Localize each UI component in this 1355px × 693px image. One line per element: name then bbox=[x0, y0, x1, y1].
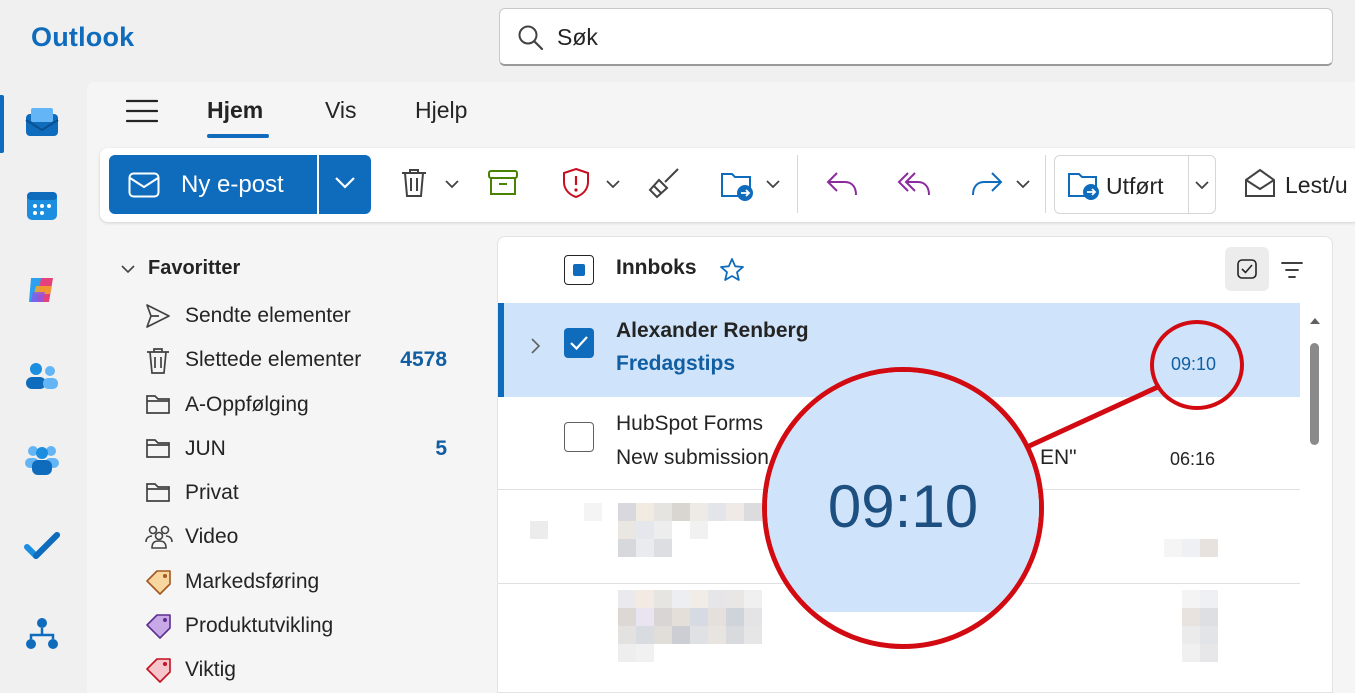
shield-icon[interactable] bbox=[561, 167, 591, 199]
tag-icon bbox=[146, 570, 171, 595]
folder-privat[interactable]: Privat bbox=[145, 478, 455, 508]
trash-icon[interactable] bbox=[399, 167, 429, 199]
folder-icon bbox=[146, 439, 170, 458]
new-mail-label: Ny e-post bbox=[181, 171, 284, 198]
done-label: Utført bbox=[1106, 173, 1164, 199]
highlight-ring bbox=[1150, 320, 1244, 410]
folder-label: Produktutvikling bbox=[185, 614, 334, 637]
menu-icon[interactable] bbox=[125, 99, 159, 128]
folder-a-oppfolging[interactable]: A-Oppfølging bbox=[145, 390, 455, 420]
tag-icon bbox=[146, 658, 171, 683]
tag-icon bbox=[146, 614, 171, 639]
folder-viktig[interactable]: Viktig bbox=[145, 655, 455, 685]
reply-icon[interactable] bbox=[825, 170, 859, 198]
folder-video[interactable]: Video bbox=[145, 522, 455, 552]
message-subject: Fredagstips bbox=[616, 352, 736, 375]
trash-icon bbox=[147, 348, 169, 374]
selection-mode-button[interactable] bbox=[1225, 247, 1269, 291]
filter-icon[interactable] bbox=[1280, 261, 1304, 279]
folder-deleted[interactable]: Slettede elementer 4578 bbox=[145, 345, 455, 375]
favorites-label: Favoritter bbox=[148, 257, 241, 279]
ribbon-divider bbox=[1045, 155, 1046, 213]
tab-hjelp[interactable]: Hjelp bbox=[415, 97, 467, 124]
send-icon bbox=[146, 304, 170, 328]
chevron-down-icon[interactable] bbox=[444, 179, 460, 189]
chevron-down-icon bbox=[121, 265, 135, 274]
message-time: 06:16 bbox=[1170, 449, 1216, 469]
ribbon-divider bbox=[797, 155, 798, 213]
magnified-time: 09:10 bbox=[827, 473, 979, 540]
search-box[interactable]: Søk bbox=[499, 8, 1333, 66]
tab-vis[interactable]: Vis bbox=[325, 97, 357, 124]
folder-icon bbox=[146, 483, 170, 502]
checkmark-icon bbox=[570, 336, 588, 351]
star-icon[interactable] bbox=[719, 257, 745, 283]
message-checkbox[interactable] bbox=[564, 422, 594, 452]
chevron-down-icon[interactable] bbox=[1015, 179, 1031, 189]
message-sender: Alexander Renberg bbox=[616, 319, 809, 342]
open-envelope-icon[interactable] bbox=[1244, 168, 1276, 198]
selected-indicator bbox=[498, 303, 504, 397]
checklist-icon bbox=[1237, 259, 1257, 279]
scrollbar-thumb[interactable] bbox=[1310, 343, 1319, 445]
tab-hjem[interactable]: Hjem bbox=[207, 97, 263, 124]
new-mail-dropdown[interactable] bbox=[319, 155, 371, 214]
chevron-down-icon[interactable] bbox=[765, 179, 781, 189]
chevron-down-icon[interactable] bbox=[605, 179, 621, 189]
app-rail bbox=[0, 82, 87, 693]
search-input[interactable]: Søk bbox=[557, 24, 598, 51]
folder-produktutvikling[interactable]: Produktutvikling bbox=[145, 611, 455, 641]
folder-label: Slettede elementer bbox=[185, 348, 362, 371]
read-unread-button[interactable]: Lest/u bbox=[1285, 172, 1348, 199]
archive-icon[interactable] bbox=[487, 168, 519, 198]
unread-count: 4578 bbox=[400, 348, 447, 371]
envelope-icon bbox=[128, 172, 160, 198]
folder-label: Viktig bbox=[185, 658, 236, 681]
app-title[interactable]: Outlook bbox=[31, 22, 134, 53]
folder-label: Privat bbox=[185, 481, 239, 504]
scroll-up-icon[interactable] bbox=[1309, 316, 1321, 326]
message-sender: HubSpot Forms bbox=[616, 412, 764, 435]
folder-sent[interactable]: Sendte elementer bbox=[145, 301, 455, 331]
tab-active-underline bbox=[207, 134, 269, 138]
message-subject: New submission bbox=[616, 446, 769, 469]
magnifier-callout: 09:10 bbox=[762, 367, 1044, 649]
todo-icon[interactable] bbox=[22, 526, 62, 566]
folder-label: Sendte elementer bbox=[185, 304, 351, 327]
message-checkbox[interactable] bbox=[564, 328, 594, 358]
calendar-icon[interactable] bbox=[22, 186, 62, 226]
group-icon bbox=[145, 525, 173, 549]
teams-icon[interactable] bbox=[22, 440, 62, 480]
sweep-icon[interactable] bbox=[647, 167, 681, 199]
chevron-right-icon[interactable] bbox=[530, 337, 542, 355]
move-to-folder-icon[interactable] bbox=[720, 168, 756, 202]
folder-label: A-Oppfølging bbox=[185, 393, 309, 416]
reply-all-icon[interactable] bbox=[896, 170, 932, 198]
done-button[interactable]: Utført bbox=[1054, 155, 1216, 214]
new-mail-button[interactable]: Ny e-post bbox=[109, 155, 317, 214]
folder-move-icon bbox=[1068, 173, 1099, 200]
folder-markedsforing[interactable]: Markedsføring bbox=[145, 567, 455, 597]
mail-icon[interactable] bbox=[22, 102, 62, 142]
chevron-down-icon bbox=[335, 177, 355, 189]
folder-icon bbox=[146, 395, 170, 414]
folder-label: Video bbox=[185, 525, 239, 548]
copilot-icon[interactable] bbox=[22, 270, 62, 310]
folder-jun[interactable]: JUN 5 bbox=[145, 434, 455, 464]
select-all-checkbox[interactable] bbox=[564, 255, 594, 285]
folder-label: JUN bbox=[185, 437, 226, 460]
inbox-title: Innboks bbox=[616, 256, 697, 279]
people-icon[interactable] bbox=[22, 356, 62, 396]
folder-label: Markedsføring bbox=[185, 570, 320, 593]
unread-count: 5 bbox=[435, 437, 447, 460]
forward-icon[interactable] bbox=[970, 170, 1004, 198]
message-subject-tail: EN" bbox=[1040, 446, 1077, 469]
done-split-divider bbox=[1188, 156, 1189, 213]
org-icon[interactable] bbox=[22, 614, 62, 654]
chevron-down-icon[interactable] bbox=[1194, 180, 1210, 190]
search-icon bbox=[518, 25, 544, 51]
